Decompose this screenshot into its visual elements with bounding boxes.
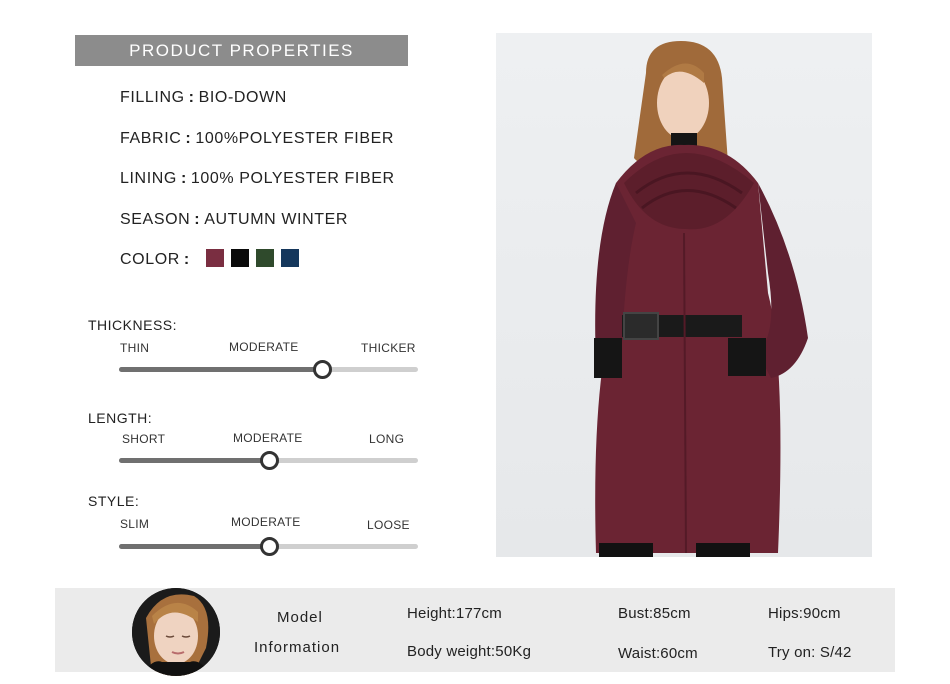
- thickness-high-label: THICKER: [361, 341, 416, 355]
- length-scale-track: [119, 451, 418, 470]
- property-label: LINING: [120, 170, 177, 187]
- property-label: FILLING: [120, 89, 185, 106]
- length-mid-label: MODERATE: [233, 431, 303, 445]
- property-separator: :: [180, 170, 187, 187]
- property-label: SEASON: [120, 211, 191, 228]
- property-filling: FILLING: BIO-DOWN: [120, 87, 287, 109]
- property-separator: :: [185, 130, 192, 147]
- property-value: 100% POLYESTER FIBER: [190, 170, 395, 187]
- property-separator: :: [194, 211, 201, 228]
- style-title: STYLE:: [88, 493, 140, 509]
- model-info-title-line1: Model: [277, 609, 323, 626]
- property-value: AUTUMN WINTER: [204, 211, 349, 228]
- color-swatch-green[interactable]: [255, 249, 274, 267]
- style-high-label: LOOSE: [367, 518, 410, 532]
- property-separator: :: [188, 89, 195, 106]
- model-height: Height:177cm: [407, 605, 502, 622]
- thickness-mid-label: MODERATE: [229, 340, 299, 354]
- model-in-coat-illustration: [594, 41, 808, 557]
- property-label: COLOR: [120, 251, 180, 268]
- model-hips: Hips:90cm: [768, 605, 841, 622]
- model-try-on: Try on: S/42: [768, 644, 852, 661]
- length-title: LENGTH:: [88, 410, 153, 426]
- thickness-low-label: THIN: [120, 341, 150, 355]
- property-season: SEASON: AUTUMN WINTER: [120, 209, 348, 231]
- style-scale-track: [119, 537, 418, 556]
- color-swatch-black[interactable]: [230, 249, 249, 267]
- property-lining: LINING:100% POLYESTER FIBER: [120, 168, 395, 190]
- property-fabric: FABRIC:100%POLYESTER FIBER: [120, 128, 394, 150]
- property-value: BIO-DOWN: [198, 89, 287, 106]
- model-waist: Waist:60cm: [618, 645, 698, 662]
- length-scale-knob: [259, 451, 279, 470]
- style-scale-fill: [119, 544, 269, 549]
- color-swatch-burgundy[interactable]: [205, 249, 224, 267]
- style-scale-knob: [259, 537, 279, 556]
- product-properties-header: PRODUCT PROPERTIES: [75, 35, 408, 66]
- thickness-scale-knob: [313, 360, 333, 379]
- property-label: FABRIC: [120, 130, 182, 147]
- style-mid-label: MODERATE: [231, 515, 301, 529]
- color-swatch-navy[interactable]: [280, 249, 299, 267]
- model-info-title-line2: Information: [254, 639, 341, 656]
- thickness-scale-fill: [119, 367, 323, 372]
- length-high-label: LONG: [369, 432, 405, 446]
- style-low-label: SLIM: [120, 517, 150, 531]
- thickness-scale-track: [119, 360, 418, 379]
- length-scale-fill: [119, 458, 269, 463]
- thickness-title: THICKNESS:: [88, 317, 178, 333]
- property-color: COLOR:: [120, 249, 299, 271]
- model-avatar: [132, 588, 220, 676]
- model-face-illustration: [132, 588, 220, 676]
- length-low-label: SHORT: [122, 432, 166, 446]
- property-separator: :: [183, 251, 190, 268]
- model-weight: Body weight:50Kg: [407, 643, 532, 660]
- model-bust: Bust:85cm: [618, 605, 691, 622]
- product-photo: [496, 33, 872, 557]
- property-value: 100%POLYESTER FIBER: [195, 130, 395, 147]
